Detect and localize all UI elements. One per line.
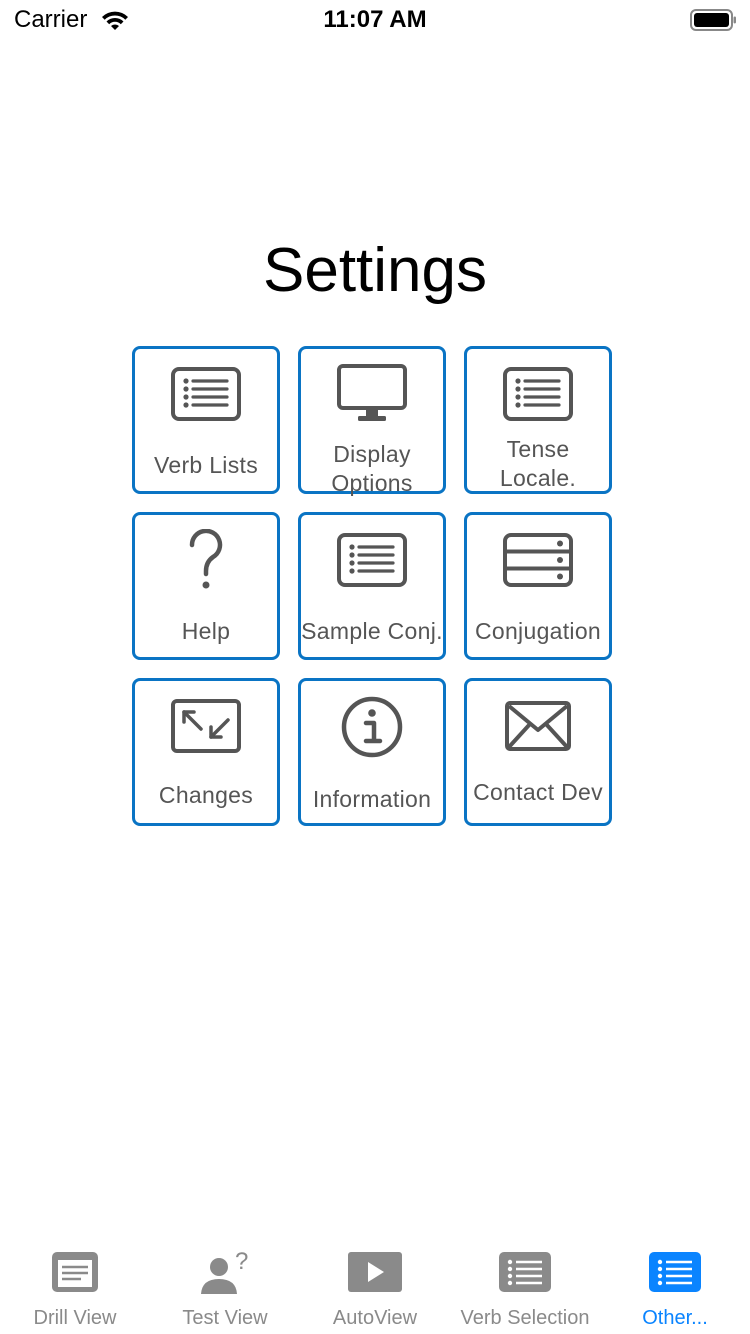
conjugation-button[interactable]: Conjugation	[464, 512, 612, 660]
arrows-in-icon	[135, 698, 277, 759]
tense-locale-button[interactable]: Tense Locale.	[464, 346, 612, 494]
changes-button[interactable]: Changes	[132, 678, 280, 826]
contact-dev-button[interactable]: Contact Dev	[464, 678, 612, 826]
tab-drill-view[interactable]: Drill View	[0, 1236, 150, 1334]
tab-test-view[interactable]: ? Test View	[150, 1236, 300, 1334]
list-icon	[467, 366, 609, 427]
clock: 11:07 AM	[323, 6, 427, 33]
tile-label: Sample Conj.	[301, 618, 443, 644]
verb-lists-button[interactable]: Verb Lists	[132, 346, 280, 494]
battery-icon	[690, 8, 738, 37]
monitor-icon	[301, 363, 443, 430]
tile-label: Conjugation	[474, 618, 602, 644]
document-icon	[0, 1250, 150, 1299]
tile-label: Changes	[158, 782, 254, 808]
info-icon	[301, 695, 443, 764]
sample-conj-button[interactable]: Sample Conj.	[298, 512, 446, 660]
svg-text:?: ?	[235, 1250, 248, 1275]
tab-label: Verb Selection	[460, 1307, 590, 1329]
list-icon	[600, 1250, 750, 1299]
tile-label: Information	[312, 786, 432, 812]
information-button[interactable]: Information	[298, 678, 446, 826]
help-button[interactable]: Help	[132, 512, 280, 660]
play-icon	[300, 1250, 450, 1299]
envelope-icon	[467, 700, 609, 759]
tab-verb-selection[interactable]: Verb Selection	[450, 1236, 600, 1334]
person-question-icon: ?	[150, 1248, 300, 1301]
tile-label: Tense Locale.	[499, 436, 577, 491]
tile-label: Display Options	[331, 441, 413, 496]
tab-bar: Drill View ? Test View AutoView Verb Sel…	[0, 1236, 750, 1334]
tile-label: Verb Lists	[154, 452, 258, 478]
display-options-button[interactable]: Display Options	[298, 346, 446, 496]
server-icon	[467, 532, 609, 593]
list-icon	[135, 366, 277, 427]
tile-label: Help	[181, 618, 231, 644]
tab-autoview[interactable]: AutoView	[300, 1236, 450, 1334]
tab-label: AutoView	[332, 1307, 418, 1329]
tile-label: Contact Dev	[473, 779, 603, 805]
page-title: Settings	[262, 236, 488, 305]
tab-other[interactable]: Other...	[600, 1236, 750, 1334]
question-icon	[135, 528, 277, 598]
list-icon	[301, 532, 443, 593]
tab-label: Test View	[182, 1307, 268, 1329]
tab-label: Other...	[642, 1307, 708, 1329]
tab-label: Drill View	[33, 1307, 117, 1329]
settings-grid: Verb Lists Display Options Tense Locale.	[132, 346, 618, 832]
list-icon	[450, 1250, 600, 1299]
status-bar: Carrier 11:07 AM	[0, 0, 750, 40]
